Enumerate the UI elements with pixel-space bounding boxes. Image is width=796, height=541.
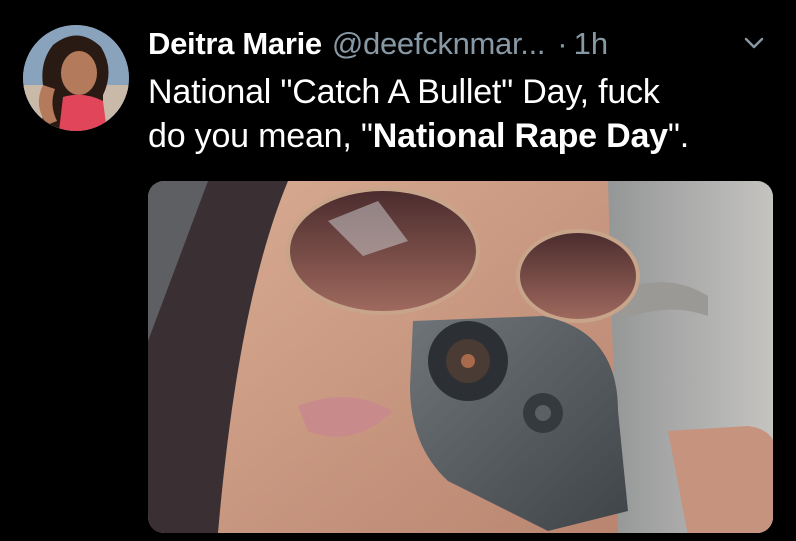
tweet-media-photo[interactable]	[148, 181, 773, 533]
tweet-text-segment: ".	[667, 117, 690, 155]
photo-image	[148, 181, 773, 533]
tweet-text: National "Catch A Bullet" Day, fuck do y…	[148, 70, 778, 158]
tweet-text-line: do you mean, "National Rape Day".	[148, 114, 778, 158]
tweet[interactable]: Deitra Marie @deefcknmar... · 1h Nationa…	[0, 0, 796, 541]
separator-dot: ·	[557, 26, 568, 61]
chevron-down-icon[interactable]	[742, 33, 766, 53]
tweet-header: Deitra Marie @deefcknmar... · 1h	[148, 20, 608, 68]
user-handle[interactable]: @deefcknmar...	[332, 26, 546, 62]
display-name[interactable]: Deitra Marie	[148, 26, 322, 62]
tweet-text-line: National "Catch A Bullet" Day, fuck	[148, 73, 660, 111]
tweet-text-segment: do you mean, "	[148, 117, 373, 155]
avatar[interactable]	[23, 25, 129, 131]
avatar-image	[23, 25, 129, 131]
tweet-text-bold: National Rape Day	[372, 117, 668, 155]
timestamp[interactable]: 1h	[574, 26, 608, 62]
